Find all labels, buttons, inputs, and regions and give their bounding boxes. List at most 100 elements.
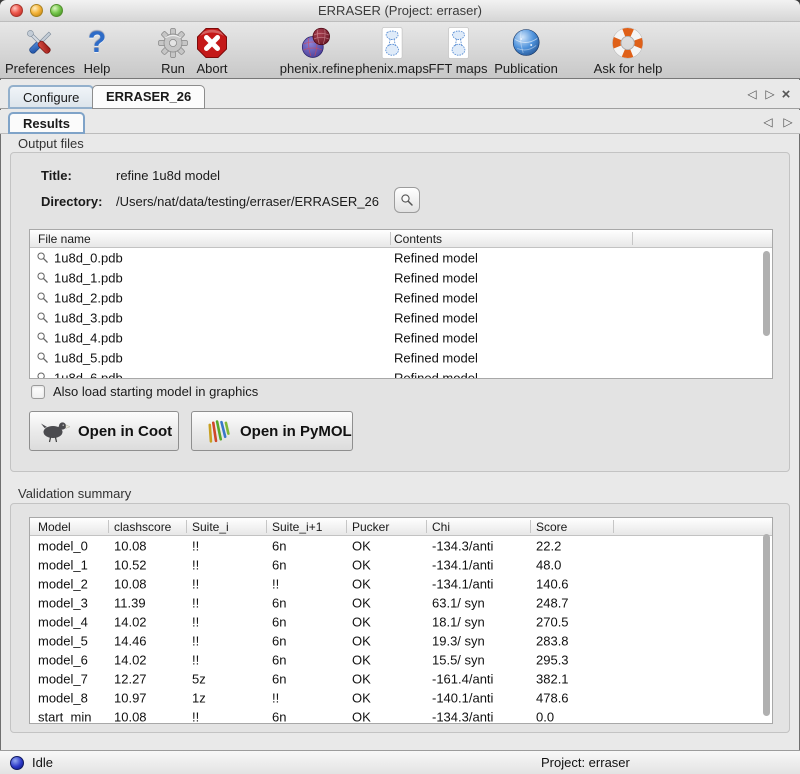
subtab-scroll-left-icon[interactable]: ◁ xyxy=(760,110,776,134)
close-window-button[interactable] xyxy=(10,4,23,17)
column-header-suite-i[interactable]: Suite_i xyxy=(192,520,229,534)
suite-i1-cell: !! xyxy=(272,576,279,591)
model-cell: model_7 xyxy=(38,671,88,686)
status-text: Idle xyxy=(32,755,53,770)
suite-i1-cell: 6n xyxy=(272,709,286,724)
column-divider xyxy=(613,520,614,533)
zoom-window-button[interactable] xyxy=(50,4,63,17)
model-cell: model_3 xyxy=(38,595,88,610)
file-name-cell: 1u8d_4.pdb xyxy=(54,331,123,346)
open-in-coot-button[interactable]: Open in Coot xyxy=(29,411,179,451)
magnifier-icon xyxy=(36,371,49,379)
file-table-row[interactable]: 1u8d_0.pdb Refined model xyxy=(30,248,772,268)
coot-bird-icon xyxy=(40,419,70,443)
toolbar-button-ask-for-help[interactable]: Ask for help xyxy=(594,25,663,76)
document-tabstrip: Configure ERRASER_26 ◁ ▷ × xyxy=(0,80,800,109)
titlebar[interactable]: ERRASER (Project: erraser) xyxy=(0,0,800,22)
tab-configure[interactable]: Configure xyxy=(8,85,94,109)
file-contents-cell: Refined model xyxy=(394,311,478,326)
file-table-row[interactable]: 1u8d_5.pdb Refined model xyxy=(30,348,772,368)
tab-scroll-left-icon[interactable]: ◁ xyxy=(744,80,760,109)
validation-table-row[interactable]: model_1 10.52 !! 6n OK -134.1/anti 48.0 xyxy=(30,555,772,574)
pucker-cell: OK xyxy=(352,576,371,591)
tab-scroll-right-icon[interactable]: ▷ xyxy=(762,80,778,109)
erraser-window: ERRASER (Project: erraser) xyxy=(0,0,800,774)
preferences-tools-icon xyxy=(5,25,75,61)
validation-table[interactable]: Model clashscore Suite_i Suite_i+1 Pucke… xyxy=(29,517,773,724)
validation-table-row[interactable]: model_5 14.46 !! 6n OK 19.3/ syn 283.8 xyxy=(30,631,772,650)
column-header-model[interactable]: Model xyxy=(38,520,71,534)
file-table-header[interactable]: File name Contents xyxy=(30,230,772,248)
column-header-pucker[interactable]: Pucker xyxy=(352,520,389,534)
tab-erraser-26[interactable]: ERRASER_26 xyxy=(92,85,205,109)
browse-directory-button[interactable] xyxy=(394,187,420,213)
fft-maps-icon xyxy=(429,25,488,61)
column-header-contents[interactable]: Contents xyxy=(394,232,442,246)
validation-table-header[interactable]: Model clashscore Suite_i Suite_i+1 Pucke… xyxy=(30,518,772,536)
suite-i-cell: !! xyxy=(192,633,199,648)
help-question-icon: ? xyxy=(84,25,111,61)
suite-i1-cell: !! xyxy=(272,690,279,705)
tab-results[interactable]: Results xyxy=(8,112,85,134)
pucker-cell: OK xyxy=(352,652,371,667)
load-starting-model-checkbox[interactable] xyxy=(31,385,45,399)
column-header-file-name[interactable]: File name xyxy=(38,232,91,246)
toolbar-label: Publication xyxy=(494,61,558,76)
validation-table-row[interactable]: model_7 12.27 5z 6n OK -161.4/anti 382.1 xyxy=(30,669,772,688)
validation-table-row[interactable]: model_4 14.02 !! 6n OK 18.1/ syn 270.5 xyxy=(30,612,772,631)
column-header-clashscore[interactable]: clashscore xyxy=(114,520,171,534)
validation-table-row[interactable]: model_2 10.08 !! !! OK -134.1/anti 140.6 xyxy=(30,574,772,593)
chi-cell: 15.5/ syn xyxy=(432,652,485,667)
pucker-cell: OK xyxy=(352,671,371,686)
suite-i-cell: 5z xyxy=(192,671,206,686)
chi-cell: -134.1/anti xyxy=(432,557,493,572)
open-in-pymol-button[interactable]: Open in PyMOL xyxy=(191,411,353,451)
pucker-cell: OK xyxy=(352,595,371,610)
column-header-suite-i1[interactable]: Suite_i+1 xyxy=(272,520,322,534)
column-header-chi[interactable]: Chi xyxy=(432,520,450,534)
file-table-scrollbar[interactable] xyxy=(763,251,770,336)
validation-table-row[interactable]: model_3 11.39 !! 6n OK 63.1/ syn 248.7 xyxy=(30,593,772,612)
clashscore-cell: 10.08 xyxy=(114,709,147,724)
file-table-row[interactable]: 1u8d_1.pdb Refined model xyxy=(30,268,772,288)
output-files-table[interactable]: File name Contents 1u8d_0.pdb Refined mo… xyxy=(29,229,773,379)
toolbar-button-preferences[interactable]: Preferences xyxy=(5,25,75,76)
status-indicator-icon xyxy=(10,756,24,770)
suite-i1-cell: 6n xyxy=(272,633,286,648)
toolbar-button-phenix-maps[interactable]: phenix.maps xyxy=(355,25,429,76)
model-cell: model_8 xyxy=(38,690,88,705)
file-table-row[interactable]: 1u8d_2.pdb Refined model xyxy=(30,288,772,308)
toolbar-button-abort[interactable]: Abort xyxy=(195,25,229,76)
subtab-scroll-right-icon[interactable]: ▷ xyxy=(780,110,796,134)
model-cell: model_4 xyxy=(38,614,88,629)
pucker-cell: OK xyxy=(352,633,371,648)
validation-table-scrollbar[interactable] xyxy=(763,534,770,716)
validation-table-row[interactable]: model_6 14.02 !! 6n OK 15.5/ syn 295.3 xyxy=(30,650,772,669)
score-cell: 48.0 xyxy=(536,557,561,572)
directory-label: Directory: xyxy=(41,194,102,209)
file-name-cell: 1u8d_6.pdb xyxy=(54,371,123,380)
tab-close-icon[interactable]: × xyxy=(778,80,794,109)
validation-table-row[interactable]: model_8 10.97 1z !! OK -140.1/anti 478.6 xyxy=(30,688,772,707)
file-table-row[interactable]: 1u8d_6.pdb Refined model xyxy=(30,368,772,379)
toolbar-button-fft-maps[interactable]: FFT maps xyxy=(429,25,488,76)
validation-table-row[interactable]: start_min 10.08 !! 6n OK -134.3/anti 0.0 xyxy=(30,707,772,724)
minimize-window-button[interactable] xyxy=(30,4,43,17)
column-divider xyxy=(632,232,633,245)
file-table-row[interactable]: 1u8d_4.pdb Refined model xyxy=(30,328,772,348)
pucker-cell: OK xyxy=(352,709,371,724)
toolbar-button-phenix-refine[interactable]: phenix.refine xyxy=(280,25,354,76)
column-header-score[interactable]: Score xyxy=(536,520,567,534)
validation-table-row[interactable]: model_0 10.08 !! 6n OK -134.3/anti 22.2 xyxy=(30,536,772,555)
file-contents-cell: Refined model xyxy=(394,351,478,366)
score-cell: 283.8 xyxy=(536,633,569,648)
model-cell: model_5 xyxy=(38,633,88,648)
toolbar-button-run[interactable]: Run xyxy=(156,25,190,76)
output-files-section-label: Output files xyxy=(18,136,84,151)
validation-groupbox: Model clashscore Suite_i Suite_i+1 Pucke… xyxy=(10,503,790,733)
clashscore-cell: 14.02 xyxy=(114,614,147,629)
toolbar-button-help[interactable]: ? Help xyxy=(84,25,111,76)
suite-i1-cell: 6n xyxy=(272,557,286,572)
toolbar-button-publication[interactable]: Publication xyxy=(494,25,558,76)
file-table-row[interactable]: 1u8d_3.pdb Refined model xyxy=(30,308,772,328)
